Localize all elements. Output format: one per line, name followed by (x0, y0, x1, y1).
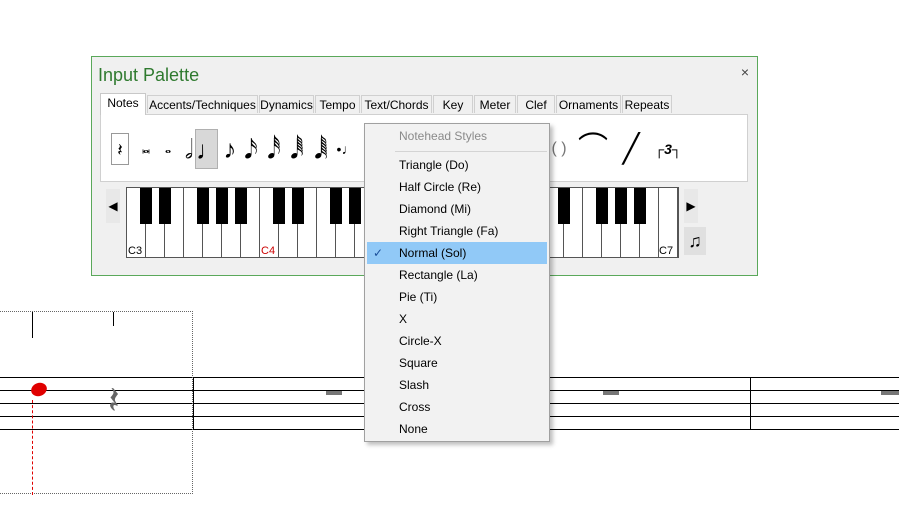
tab-tempo[interactable]: Tempo (315, 95, 360, 113)
tab-meter[interactable]: Meter (474, 95, 516, 113)
black-key[interactable] (273, 188, 285, 224)
notehead-styles-menu[interactable]: Notehead Styles Triangle (Do) Half Circl… (364, 123, 550, 442)
barline-2 (750, 377, 751, 430)
eighth-note-tool[interactable]: ♪ (220, 129, 240, 169)
tab-notes[interactable]: Notes (100, 93, 146, 115)
menu-item-x[interactable]: X (367, 308, 547, 330)
menu-item-rectangle-la[interactable]: Rectangle (La) (367, 264, 547, 286)
black-key[interactable] (159, 188, 171, 224)
menu-header: Notehead Styles (399, 129, 488, 143)
black-key[interactable] (634, 188, 646, 224)
menu-item-label: Half Circle (Re) (399, 180, 482, 194)
black-key[interactable] (140, 188, 152, 224)
menu-item-half-circle-re[interactable]: Half Circle (Re) (367, 176, 547, 198)
key-label-c3: C3 (128, 245, 143, 257)
menu-item-none[interactable]: None (367, 418, 547, 440)
black-key[interactable] (349, 188, 361, 224)
tie-tool[interactable]: ⌒ (575, 129, 611, 169)
measure-selection-box[interactable] (0, 311, 193, 494)
tab-text-chords[interactable]: Text/Chords (361, 95, 432, 113)
menu-item-label: Triangle (Do) (399, 158, 469, 172)
tab-clef[interactable]: Clef (517, 95, 555, 113)
black-key[interactable] (292, 188, 304, 224)
checkmark-icon: ✓ (373, 246, 384, 260)
black-key[interactable] (558, 188, 570, 224)
black-key[interactable] (216, 188, 228, 224)
one-twenty-eighth-note-tool[interactable]: 𝅘𝅥𝅲 (309, 129, 333, 169)
menu-item-label: Normal (Sol) (399, 246, 467, 260)
menu-item-label: X (399, 312, 408, 326)
menu-item-slash[interactable]: Slash (367, 374, 547, 396)
menu-item-label: Rectangle (La) (399, 268, 478, 282)
menu-item-label: Pie (Ti) (399, 290, 438, 304)
menu-item-square[interactable]: Square (367, 352, 547, 374)
menu-item-label: Right Triangle (Fa) (399, 224, 499, 238)
black-key[interactable] (197, 188, 209, 224)
tab-key[interactable]: Key (433, 95, 473, 113)
slur-tool[interactable]: ╱ (615, 129, 647, 169)
menu-item-label: Circle-X (399, 334, 442, 348)
double-whole-note-tool[interactable]: 𝅜 (135, 129, 157, 169)
menu-item-label: Diamond (Mi) (399, 202, 472, 216)
black-key[interactable] (330, 188, 342, 224)
menu-item-right-triangle-fa[interactable]: Right Triangle (Fa) (367, 220, 547, 242)
dotted-note-tool[interactable]: •♩ (335, 129, 357, 169)
quarter-note-tool[interactable]: ♩ (195, 129, 222, 169)
menu-item-pie-ti[interactable]: Pie (Ti) (367, 286, 547, 308)
menu-separator (395, 151, 547, 152)
key-label-c7: C7 (659, 245, 674, 257)
barline-1 (193, 377, 194, 430)
sixteenth-note-tool[interactable]: 𝅘𝅥𝅯 (241, 129, 261, 169)
whole-note-tool[interactable]: 𝅝 (158, 129, 178, 169)
keyboard-right-arrow[interactable]: ▶ (684, 189, 698, 223)
input-cursor-line (32, 400, 33, 495)
menu-item-normal-sol[interactable]: ✓ Normal (Sol) (367, 242, 547, 264)
tuplet-tool[interactable]: ┌3┐ (649, 129, 687, 169)
sixty-fourth-note-tool[interactable]: 𝅘𝅥𝅱 (286, 129, 308, 169)
black-key[interactable] (615, 188, 627, 224)
menu-item-label: Square (399, 356, 438, 370)
thirty-second-note-tool[interactable]: 𝅘𝅥𝅰 (263, 129, 285, 169)
menu-item-cross[interactable]: Cross (367, 396, 547, 418)
menu-item-label: Slash (399, 378, 430, 392)
menu-item-label: Cross (399, 400, 431, 414)
quarter-rest[interactable]: 𝄽 (108, 376, 120, 426)
tab-dynamics[interactable]: Dynamics (259, 95, 314, 113)
palette-tabs: Notes Accents/Techniques Dynamics Tempo … (100, 93, 748, 115)
menu-item-circle-x[interactable]: Circle-X (367, 330, 547, 352)
close-icon[interactable]: × (738, 65, 752, 79)
keyboard-left-arrow[interactable]: ◀ (106, 189, 120, 223)
palette-title: Input Palette (98, 65, 200, 85)
tab-accents-techniques[interactable]: Accents/Techniques (147, 95, 258, 113)
black-key[interactable] (596, 188, 608, 224)
tab-repeats[interactable]: Repeats (622, 95, 672, 113)
notehead-style-button[interactable]: ♫ (684, 227, 706, 255)
menu-item-triangle-do[interactable]: Triangle (Do) (367, 154, 547, 176)
rest-tool[interactable]: 𝄽 (111, 133, 129, 165)
whole-rest-3[interactable] (881, 391, 899, 395)
tab-ornaments[interactable]: Ornaments (556, 95, 621, 113)
menu-item-label: None (399, 422, 428, 436)
key-label-c4: C4 (261, 245, 276, 257)
whole-rest-2[interactable] (603, 391, 619, 395)
whole-rest-1[interactable] (326, 391, 342, 395)
menu-item-diamond-mi[interactable]: Diamond (Mi) (367, 198, 547, 220)
black-key[interactable] (235, 188, 247, 224)
